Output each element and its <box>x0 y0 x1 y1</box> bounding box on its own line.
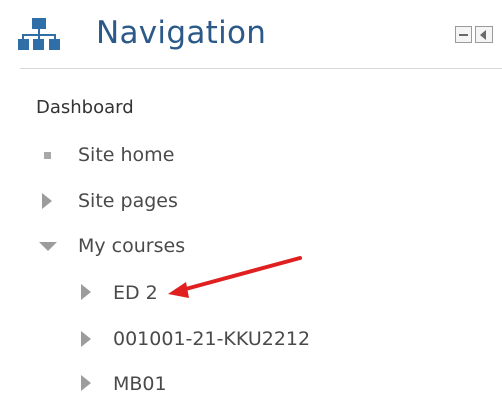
block-title: Navigation <box>96 15 267 51</box>
expand-arrow-icon[interactable] <box>81 331 91 347</box>
header-divider <box>20 68 502 69</box>
collapse-arrow-icon[interactable] <box>39 242 57 251</box>
tree-item-site-home[interactable]: Site home <box>78 143 174 167</box>
minimize-icon[interactable] <box>455 26 472 43</box>
tree-item-course[interactable]: ED 2 <box>113 281 158 305</box>
block-header: Navigation <box>0 0 502 68</box>
expand-arrow-icon[interactable] <box>42 193 52 209</box>
sitemap-icon <box>18 18 60 50</box>
tree-item-dashboard[interactable]: Dashboard <box>36 96 134 120</box>
tree-item-my-courses[interactable]: My courses <box>78 234 185 258</box>
tree-item-course[interactable]: 001001-21-KKU2212 <box>113 327 310 351</box>
expand-arrow-icon[interactable] <box>81 284 91 300</box>
tree-item-site-pages[interactable]: Site pages <box>78 189 178 213</box>
expand-arrow-icon[interactable] <box>81 375 91 391</box>
block-controls <box>455 26 502 46</box>
tree-item-course[interactable]: MB01 <box>113 372 167 396</box>
bullet-icon <box>44 152 51 159</box>
navigation-block: Navigation Dashboard Site home Site page… <box>0 0 502 396</box>
dock-icon[interactable] <box>475 26 493 43</box>
